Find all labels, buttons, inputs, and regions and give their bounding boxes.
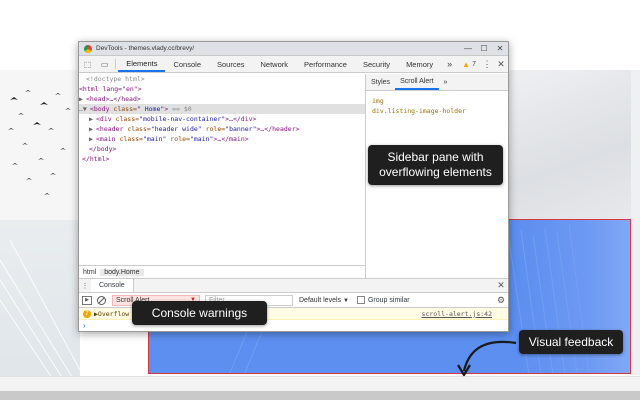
dom-doctype[interactable]: <!doctype html>: [79, 74, 365, 84]
drawer-tab-console[interactable]: Console: [91, 279, 134, 292]
callout-sidebar-pane: Sidebar pane with overflowing elements: [368, 145, 503, 185]
curved-arrow-icon: [450, 335, 520, 380]
collapse-arrow-icon[interactable]: ▼: [83, 104, 90, 114]
devtools-titlebar[interactable]: DevTools - themes.vlady.cc/brevy/ — ☐ ✕: [79, 42, 508, 56]
overflow-element-item[interactable]: div.listing-image-holder: [372, 106, 502, 116]
minimize-button[interactable]: —: [460, 44, 476, 53]
log-levels-label: Default levels: [299, 297, 341, 304]
device-toolbar-icon[interactable]: ▭: [96, 56, 113, 72]
devtools-tabbar: ⬚ ▭ Elements Console Sources Network Per…: [79, 56, 508, 73]
window-title: DevTools - themes.vlady.cc/brevy/: [96, 45, 194, 52]
breadcrumb-body[interactable]: body.Home: [100, 269, 143, 276]
horizontal-scrollbar[interactable]: [0, 391, 640, 400]
expand-arrow-icon[interactable]: ▶: [89, 124, 96, 134]
customize-menu-button[interactable]: ⋮: [480, 59, 494, 70]
dom-header[interactable]: ▶<header class="header wide" role="banne…: [79, 124, 365, 134]
tab-performance[interactable]: Performance: [296, 56, 355, 72]
dom-div-mobile-nav[interactable]: ▶<div class="mobile-nav-container">…</di…: [79, 114, 365, 124]
callout-console-warnings: Console warnings: [132, 301, 267, 325]
dom-body-selected[interactable]: …▼<body class=" Home"> == $0: [79, 104, 365, 114]
devtools-window: DevTools - themes.vlady.cc/brevy/ — ☐ ✕ …: [78, 41, 509, 332]
sail-lines-illustration: [0, 220, 80, 390]
tabbar-right: ▲ 7 ⋮ ✕: [458, 56, 508, 72]
warnings-count: 7: [472, 61, 476, 68]
prompt-chevron-icon: ›: [83, 321, 86, 330]
breadcrumb: html body.Home: [79, 265, 365, 278]
close-drawer-button[interactable]: ✕: [494, 280, 508, 291]
sidebar-more-tabs-button[interactable]: »: [439, 74, 453, 90]
drawer-menu-button[interactable]: ⋮: [79, 282, 91, 290]
callout-visual-feedback: Visual feedback: [519, 330, 623, 354]
dom-body-close[interactable]: </body>: [79, 144, 365, 154]
tab-sources[interactable]: Sources: [209, 56, 253, 72]
more-tabs-button[interactable]: »: [441, 56, 458, 72]
clear-console-icon[interactable]: [97, 296, 106, 305]
dom-main[interactable]: ▶<main class="main" role="main">…</main>: [79, 134, 365, 144]
background-photo-birds: [0, 70, 80, 220]
background-edge: [631, 70, 640, 375]
drawer-header: ⋮ Console ✕: [79, 279, 508, 293]
birds-illustration: [0, 70, 80, 220]
close-window-button[interactable]: ✕: [492, 44, 508, 53]
group-similar-checkbox[interactable]: [357, 296, 365, 304]
dom-html-open[interactable]: <html lang="en">: [79, 84, 365, 94]
expand-arrow-icon[interactable]: ▶: [89, 114, 96, 124]
tab-styles[interactable]: Styles: [366, 74, 395, 90]
sidebar-tabs: Styles Scroll Alert »: [366, 74, 508, 91]
window-controls: — ☐ ✕: [460, 44, 508, 53]
tab-console[interactable]: Console: [165, 56, 209, 72]
expand-arrow-icon[interactable]: ▶: [89, 134, 96, 144]
chrome-logo-icon: [84, 45, 92, 53]
tab-elements[interactable]: Elements: [118, 56, 165, 72]
close-devtools-button[interactable]: ✕: [494, 59, 508, 70]
toolbar-divider: [115, 59, 116, 69]
tab-scroll-alert[interactable]: Scroll Alert: [395, 74, 438, 90]
warning-badge: 7: [83, 310, 91, 318]
tab-memory[interactable]: Memory: [398, 56, 441, 72]
group-similar-label: Group similar: [368, 297, 410, 304]
breadcrumb-html[interactable]: html: [79, 269, 100, 276]
overflow-elements-list: img div.listing-image-holder: [366, 91, 508, 121]
maximize-button[interactable]: ☐: [476, 44, 492, 53]
chevron-down-icon: ▼: [343, 298, 349, 304]
tab-security[interactable]: Security: [355, 56, 398, 72]
elements-tree: <!doctype html> <html lang="en"> ▶<head>…: [79, 74, 366, 278]
background-photo-sail: [0, 220, 80, 390]
overflow-element-item[interactable]: img: [372, 96, 502, 106]
expand-arrow-icon[interactable]: ▶: [79, 94, 86, 104]
log-levels-dropdown[interactable]: Default levels▼: [299, 297, 349, 304]
warning-triangle-icon: ▲: [462, 60, 470, 69]
dom-html-close[interactable]: </html>: [79, 154, 365, 164]
warnings-counter[interactable]: ▲ 7: [458, 60, 480, 69]
gear-icon[interactable]: ⚙: [494, 295, 508, 306]
inspect-element-icon[interactable]: ⬚: [79, 56, 96, 72]
warning-source-link[interactable]: scroll-alert.js:42: [422, 310, 492, 318]
dom-head[interactable]: ▶<head>…</head>: [79, 94, 365, 104]
background-photo-architecture: [505, 70, 635, 220]
show-sidebar-icon[interactable]: ▶: [82, 296, 92, 305]
tab-network[interactable]: Network: [253, 56, 297, 72]
